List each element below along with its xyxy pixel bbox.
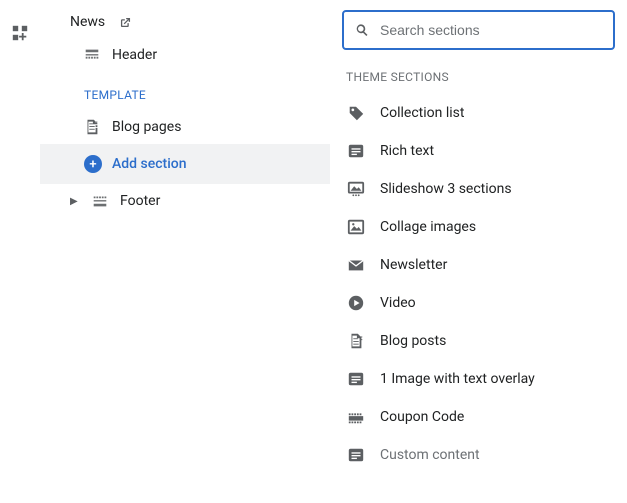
section-option-label: Newsletter <box>380 257 447 273</box>
search-input-wrapper[interactable] <box>342 10 615 50</box>
video-icon <box>346 294 366 312</box>
section-option-label: 1 Image with text overlay <box>380 371 535 387</box>
tag-icon <box>346 104 366 122</box>
section-option-coupon-code[interactable]: Coupon Code <box>342 398 615 436</box>
sections-list[interactable]: Collection list Rich text Slideshow 3 se… <box>342 94 615 489</box>
section-option-label: Slideshow 3 sections <box>380 181 512 197</box>
sidebar-item-label: Header <box>112 47 157 63</box>
richtext-icon <box>346 446 366 464</box>
section-option-rich-text[interactable]: Rich text <box>342 132 615 170</box>
sidebar-item-news[interactable]: News <box>40 6 330 38</box>
section-option-custom-content[interactable]: Custom content <box>342 436 615 474</box>
section-option-collection-list[interactable]: Collection list <box>342 94 615 132</box>
header-section-icon <box>82 46 102 64</box>
image-icon <box>346 218 366 236</box>
coupon-icon <box>346 408 366 426</box>
apps-icon[interactable] <box>11 24 29 46</box>
sidebar-item-footer[interactable]: ▶ Footer <box>40 184 330 218</box>
section-option-label: Coupon Code <box>380 409 464 425</box>
template-group-label: TEMPLATE <box>40 72 330 110</box>
left-rail <box>0 0 40 503</box>
section-option-video[interactable]: Video <box>342 284 615 322</box>
section-option-image-text-overlay[interactable]: 1 Image with text overlay <box>342 360 615 398</box>
mail-icon <box>346 256 366 274</box>
add-section-label: Add section <box>112 156 187 172</box>
search-input[interactable] <box>380 22 603 38</box>
richtext-icon <box>346 370 366 388</box>
section-picker-panel: THEME SECTIONS Collection list Rich text… <box>330 0 627 503</box>
sidebar-item-label: Footer <box>120 193 160 209</box>
plus-circle-icon: + <box>84 155 102 173</box>
section-option-label: Custom content <box>380 447 480 463</box>
sidebar-item-header[interactable]: Header <box>40 38 330 72</box>
section-option-label: Blog posts <box>380 333 446 349</box>
sidebar-item-label: Blog pages <box>112 119 181 135</box>
section-option-label: Rich text <box>380 143 434 159</box>
chevron-right-icon: ▶ <box>70 196 80 207</box>
section-option-label: Collection list <box>380 105 464 121</box>
add-section-button[interactable]: + Add section <box>40 144 330 184</box>
richtext-icon <box>346 142 366 160</box>
section-option-label: Collage images <box>380 219 476 235</box>
sidebar: News Header TEMPLATE Blog pages + Add se… <box>40 0 330 503</box>
section-option-label: Video <box>380 295 416 311</box>
sidebar-item-blog-pages[interactable]: Blog pages <box>40 110 330 144</box>
external-link-icon <box>119 16 132 29</box>
section-option-slideshow[interactable]: Slideshow 3 sections <box>342 170 615 208</box>
search-icon <box>354 22 370 38</box>
footer-section-icon <box>90 192 110 210</box>
section-option-collage[interactable]: Collage images <box>342 208 615 246</box>
section-option-blog-posts[interactable]: Blog posts <box>342 322 615 360</box>
blog-icon <box>82 118 102 136</box>
slideshow-icon <box>346 180 366 198</box>
blog-icon <box>346 332 366 350</box>
theme-sections-label: THEME SECTIONS <box>342 50 615 94</box>
page-label: News <box>70 14 105 30</box>
section-option-newsletter[interactable]: Newsletter <box>342 246 615 284</box>
